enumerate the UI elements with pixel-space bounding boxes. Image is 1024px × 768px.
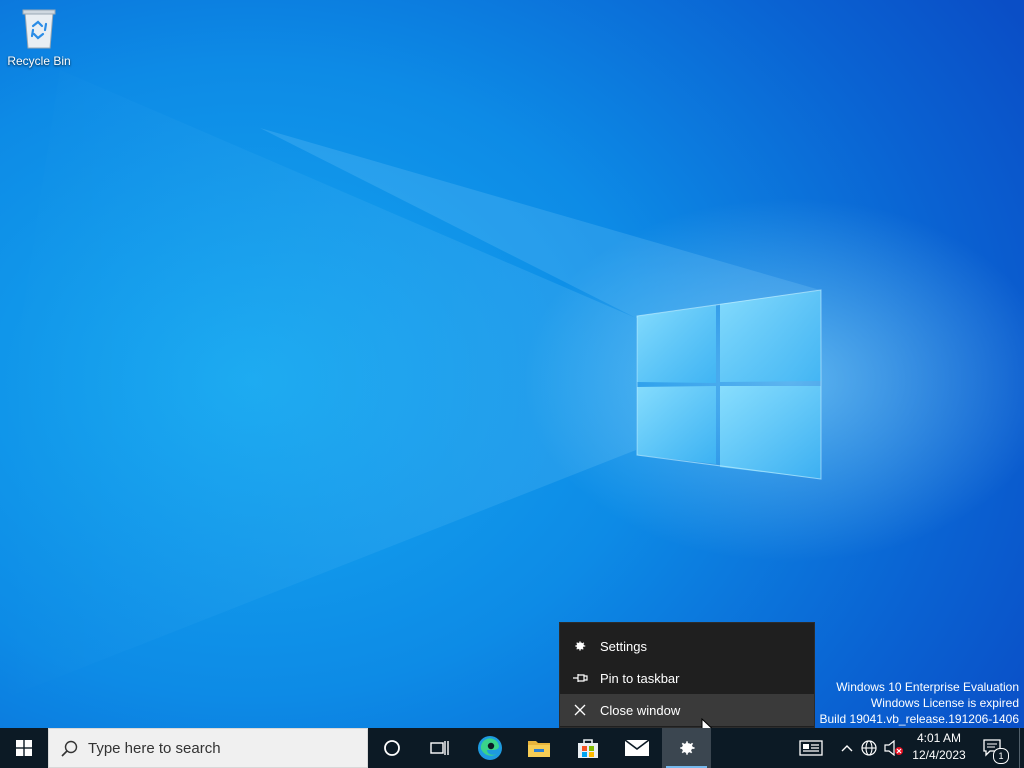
globe-network-icon <box>861 740 877 756</box>
taskbar: Type here to search 4:01 AM 12/4/2023 1 <box>0 728 1024 768</box>
news-and-interests-button[interactable] <box>792 728 830 768</box>
cortana-button[interactable] <box>368 728 416 768</box>
taskbar-search-box[interactable]: Type here to search <box>48 728 368 768</box>
action-center-button[interactable]: 1 <box>976 728 1010 768</box>
recycle-bin-icon <box>22 9 56 49</box>
desktop-background: Recycle Bin Windows 10 Enterprise Evalua… <box>0 0 1024 728</box>
start-button[interactable] <box>0 728 48 768</box>
gear-icon <box>560 639 600 653</box>
watermark-build: Build 19041.vb_release.191206-1406 <box>819 712 1020 726</box>
volume-tray-button[interactable] <box>883 728 905 768</box>
task-view-icon <box>430 741 449 755</box>
folder-icon <box>528 741 550 757</box>
clock-date: 12/4/2023 <box>912 748 966 762</box>
chevron-up-icon <box>841 745 853 752</box>
recycle-bin-desktop-icon[interactable]: Recycle Bin <box>4 6 74 78</box>
activation-watermark: Windows 10 Enterprise Evaluation Windows… <box>820 679 1020 727</box>
volume-muted-icon <box>884 740 903 756</box>
watermark-license: Windows License is expired <box>870 696 1019 710</box>
mail-icon <box>624 739 650 756</box>
store-icon <box>578 739 598 758</box>
menu-item-settings[interactable]: Settings <box>560 630 814 662</box>
menu-item-close-label: Close window <box>600 702 681 718</box>
clock-time: 4:01 AM <box>916 731 962 745</box>
taskbar-clock[interactable]: 4:01 AM 12/4/2023 <box>908 730 970 764</box>
watermark-edition: Windows 10 Enterprise Evaluation <box>836 680 1019 694</box>
search-placeholder: Type here to search <box>88 739 221 757</box>
gear-icon <box>679 741 694 755</box>
close-icon <box>560 704 600 716</box>
pin-icon <box>560 672 600 684</box>
windows-start-icon <box>16 740 32 756</box>
taskbar-jump-list-menu: Settings Pin to taskbar Close window <box>559 622 815 728</box>
menu-item-pin-label: Pin to taskbar <box>600 670 680 686</box>
network-tray-button[interactable] <box>859 728 881 768</box>
edge-taskbar-button[interactable] <box>465 728 515 768</box>
recycle-bin-label: Recycle Bin <box>7 54 71 68</box>
menu-item-settings-label: Settings <box>600 638 647 654</box>
mouse-cursor-icon <box>701 718 713 728</box>
search-icon <box>61 740 78 757</box>
windows-logo-wallpaper <box>0 70 822 700</box>
settings-taskbar-button[interactable] <box>662 728 711 768</box>
show-hidden-icons-button[interactable] <box>836 728 858 768</box>
notification-badge: 1 <box>993 748 1009 764</box>
menu-item-pin-to-taskbar[interactable]: Pin to taskbar <box>560 662 814 694</box>
news-icon <box>799 740 823 756</box>
menu-item-close-window[interactable]: Close window <box>560 694 814 726</box>
store-taskbar-button[interactable] <box>564 728 612 768</box>
show-desktop-button[interactable] <box>1019 728 1024 768</box>
task-view-button[interactable] <box>416 728 464 768</box>
mail-taskbar-button[interactable] <box>613 728 661 768</box>
cortana-circle-icon <box>384 740 400 756</box>
file-explorer-taskbar-button[interactable] <box>515 728 563 768</box>
edge-icon <box>478 736 502 760</box>
